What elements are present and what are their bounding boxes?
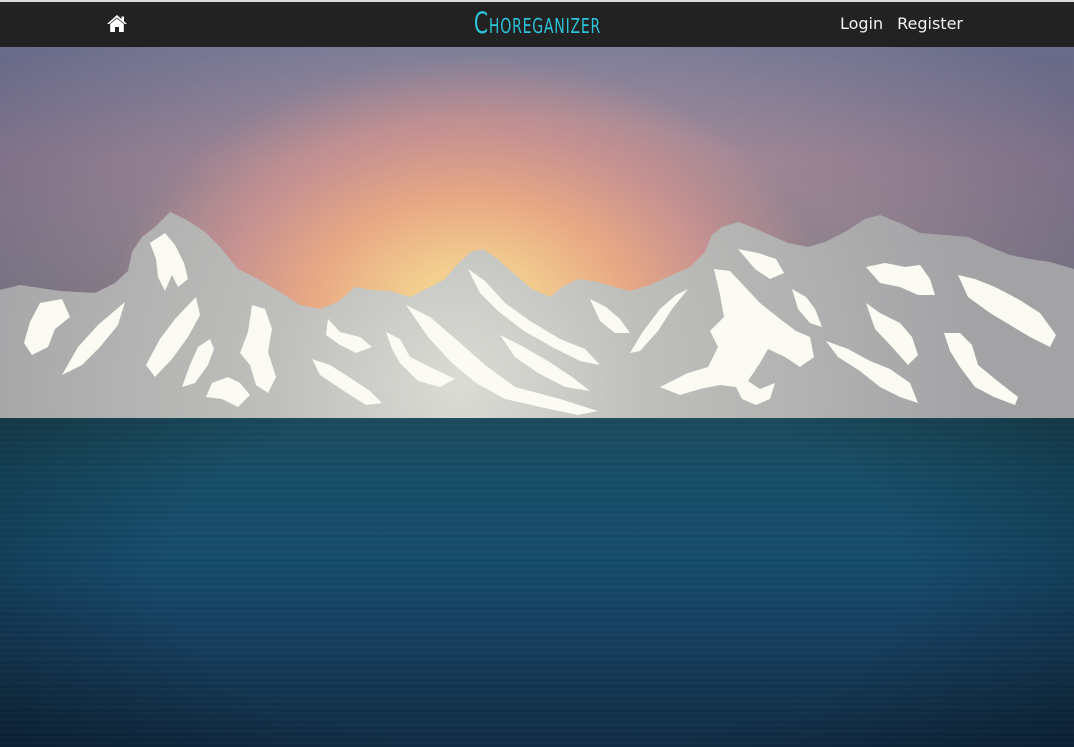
- navbar: Choreganizer Login Register: [0, 0, 1074, 47]
- home-icon: [107, 15, 127, 32]
- hero-scene: [0, 47, 1074, 747]
- water-vignette: [0, 418, 1074, 747]
- mountain-range: [0, 212, 1074, 419]
- page: Choreganizer Login Register: [0, 0, 1074, 747]
- login-link[interactable]: Login: [840, 14, 883, 34]
- nav-links: Login Register: [840, 14, 963, 34]
- register-link[interactable]: Register: [897, 14, 963, 34]
- brand-title[interactable]: Choreganizer: [473, 4, 600, 42]
- home-link[interactable]: [106, 14, 128, 34]
